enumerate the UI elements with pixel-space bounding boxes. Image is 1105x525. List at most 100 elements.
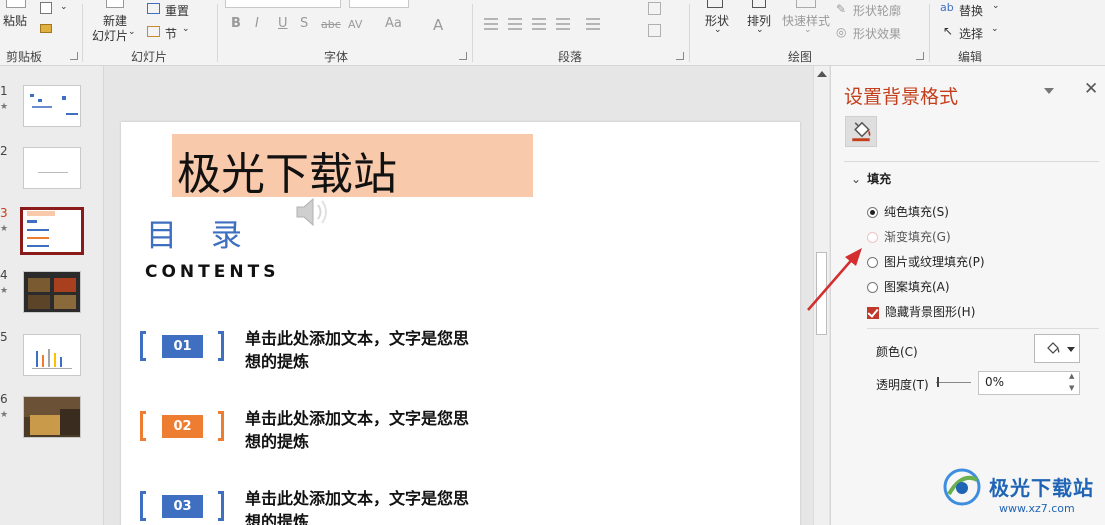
item-number: 02: [162, 415, 203, 438]
align-text-icon[interactable]: [648, 24, 661, 37]
gradient-fill-option[interactable]: 渐变填充(G): [867, 228, 951, 245]
toc-item[interactable]: 01 单击此处添加文本，文字是您思想的提炼: [140, 328, 520, 371]
pane-options-dropdown-icon[interactable]: [1044, 88, 1054, 94]
select-button[interactable]: 选择: [959, 25, 983, 42]
underline-icon[interactable]: U: [278, 16, 288, 31]
section-button[interactable]: 节: [165, 25, 177, 42]
scroll-up-icon[interactable]: [817, 71, 827, 77]
char-spacing-icon[interactable]: AV: [348, 18, 362, 31]
solid-fill-option[interactable]: 纯色填充(S): [867, 203, 949, 220]
italic-icon[interactable]: I: [255, 16, 259, 31]
paragraph-launcher[interactable]: [676, 52, 684, 60]
shape-effect-button[interactable]: 形状效果: [853, 25, 901, 42]
arrange-icon[interactable]: [752, 0, 766, 8]
quick-styles-dropdown-icon[interactable]: ⌄: [804, 25, 812, 35]
slide-number-3: 3: [0, 206, 8, 220]
new-slide-dropdown-icon[interactable]: ⌄: [128, 27, 136, 37]
toc-item[interactable]: 03 单击此处添加文本，文字是您思想的提炼: [140, 488, 520, 525]
current-slide[interactable]: 极光下载站 目 录 CONTENTS 01 单击此处添加文本，文字是您思想的提炼…: [121, 122, 800, 525]
quick-styles-icon[interactable]: [796, 0, 816, 8]
drawing-launcher[interactable]: [916, 52, 924, 60]
solid-fill-radio[interactable]: [867, 207, 878, 218]
paint-bucket-icon: [1047, 342, 1060, 354]
bold-icon[interactable]: B: [231, 16, 241, 31]
paragraph-group-label: 段落: [558, 50, 583, 64]
close-icon[interactable]: ✕: [1084, 79, 1098, 99]
reset-icon: [147, 3, 160, 14]
animation-star-icon: ★: [0, 286, 9, 296]
color-picker-button[interactable]: [1034, 334, 1080, 363]
new-slide-button-label2[interactable]: 幻灯片: [92, 27, 128, 44]
arrange-dropdown-icon[interactable]: ⌄: [756, 25, 764, 35]
slide-thumbnail-3-selected[interactable]: [20, 207, 84, 255]
fill-section-label: 填充: [867, 172, 892, 186]
slide-thumbnail-1[interactable]: [23, 85, 81, 127]
watermark-name: 极光下载站: [989, 476, 1094, 500]
select-cursor-icon: ↖: [943, 24, 954, 38]
contents-label[interactable]: CONTENTS: [145, 262, 279, 282]
shape-outline-icon: ✎: [836, 2, 847, 16]
gradient-fill-radio[interactable]: [867, 232, 878, 243]
item-text[interactable]: 单击此处添加文本，文字是您思想的提炼: [245, 487, 475, 525]
align-right-icon[interactable]: [532, 18, 546, 30]
shadow-icon[interactable]: S: [300, 16, 308, 31]
shapes-dropdown-icon[interactable]: ⌄: [714, 25, 722, 35]
item-text[interactable]: 单击此处添加文本，文字是您思想的提炼: [245, 327, 475, 373]
animation-star-icon: ★: [0, 102, 9, 112]
shapes-icon[interactable]: [707, 0, 723, 8]
slide-thumbnail-5[interactable]: [23, 334, 81, 376]
font-launcher[interactable]: [459, 52, 467, 60]
new-slide-icon[interactable]: [106, 0, 124, 8]
transparency-input[interactable]: 0%: [978, 371, 1080, 395]
fill-section-header[interactable]: ⌄ 填充: [851, 170, 891, 187]
transparency-slider[interactable]: [936, 382, 971, 383]
annotation-arrow: [807, 248, 862, 311]
slide-title[interactable]: 极光下载站: [177, 138, 397, 202]
spin-down-icon[interactable]: ▼: [1069, 384, 1074, 392]
clipboard-launcher[interactable]: [70, 52, 78, 60]
replace-button[interactable]: 替换: [959, 2, 983, 19]
picture-fill-option[interactable]: 图片或纹理填充(P): [867, 253, 985, 270]
section-icon: [147, 26, 160, 37]
copy-icon[interactable]: [40, 2, 52, 14]
fill-tab[interactable]: [845, 116, 877, 147]
paint-bucket-icon: [852, 121, 871, 142]
hide-background-graphics-option[interactable]: 隐藏背景图形(H): [867, 303, 975, 320]
paste-icon[interactable]: [6, 0, 26, 8]
speaker-icon[interactable]: [293, 194, 333, 230]
section-dropdown-icon[interactable]: ⌄: [182, 24, 190, 34]
toc-heading[interactable]: 目 录: [146, 210, 254, 255]
spin-up-icon[interactable]: ▲: [1069, 372, 1074, 380]
hide-background-label: 隐藏背景图形(H): [885, 305, 976, 319]
columns-icon[interactable]: [586, 18, 600, 30]
paste-button[interactable]: 粘贴: [3, 12, 27, 29]
slide-thumbnail-6[interactable]: [23, 396, 81, 438]
slide-thumbnail-4[interactable]: [23, 271, 81, 313]
reset-button[interactable]: 重置: [165, 2, 189, 19]
item-text[interactable]: 单击此处添加文本，文字是您思想的提炼: [245, 407, 475, 453]
font-color-icon[interactable]: A: [433, 16, 443, 34]
justify-icon[interactable]: [556, 18, 570, 30]
pattern-fill-label: 图案填充(A): [884, 280, 950, 294]
toc-item[interactable]: 02 单击此处添加文本，文字是您思想的提炼: [140, 408, 520, 451]
format-painter-icon[interactable]: [40, 24, 52, 33]
slide-thumbnail-2[interactable]: [23, 147, 81, 189]
select-dropdown-icon[interactable]: ⌄: [991, 24, 999, 34]
chevron-down-icon: ⌄: [851, 172, 862, 186]
font-name-box[interactable]: [225, 0, 341, 8]
text-direction-icon[interactable]: [648, 2, 661, 15]
bracket-right: [218, 411, 224, 441]
change-case-icon[interactable]: Aa: [385, 16, 402, 31]
shape-outline-button[interactable]: 形状轮廓: [853, 2, 901, 19]
copy-dropdown-icon[interactable]: ⌄: [60, 2, 68, 12]
replace-icon: ab: [940, 1, 954, 14]
transparency-slider-handle[interactable]: [937, 377, 939, 387]
strikethrough-icon[interactable]: abc: [321, 18, 341, 31]
replace-dropdown-icon[interactable]: ⌄: [992, 1, 1000, 11]
pattern-fill-option[interactable]: 图案填充(A): [867, 278, 950, 295]
font-size-box[interactable]: [349, 0, 409, 8]
align-center-icon[interactable]: [508, 18, 522, 30]
slide-number-6: 6: [0, 392, 8, 406]
color-label: 颜色(C): [876, 345, 918, 359]
align-left-icon[interactable]: [484, 18, 498, 30]
